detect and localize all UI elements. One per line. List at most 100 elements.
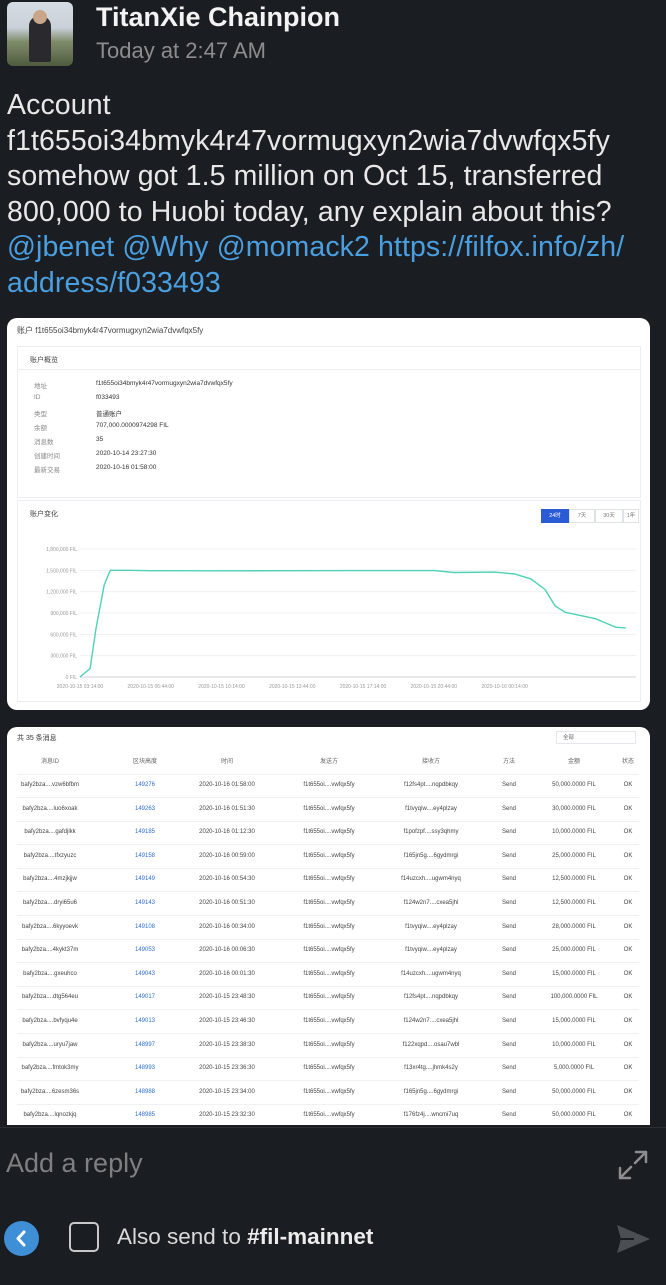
table-cell[interactable]: bafy2bza....vzw6bfbm [17, 774, 83, 797]
table-cell: f14uzcxh....ugwm4nyq [401, 876, 461, 883]
table-cell[interactable]: bafy2bza....dryi65u6 [17, 892, 83, 915]
table-cell[interactable]: 149053 [123, 939, 167, 962]
table-cell: Send [501, 994, 516, 1001]
filfox-link-continued[interactable]: address/f033493 [7, 266, 657, 302]
table-row[interactable]: bafy2bza....fmtok3my 148993 2020-10-15 23:… [17, 1057, 639, 1082]
column-header: 时间 [220, 759, 233, 765]
column-header: 区块高度 [132, 759, 157, 765]
chevron-left-icon [16, 1230, 26, 1247]
sender-avatar[interactable] [7, 2, 73, 66]
column-header: 消息ID [40, 759, 59, 765]
table-cell: OK [623, 994, 633, 1001]
table-header-row: 消息ID 区块高度 时间 发送方 接收方 方法 金额 状态 [17, 751, 639, 775]
x-tick-label: 2020-10-15 20:44:00 [411, 684, 458, 690]
table-cell[interactable]: 149013 [123, 1010, 167, 1033]
table-cell[interactable]: bafy2bza....4mzjkjjw [17, 868, 83, 891]
divider [18, 369, 640, 370]
table-cell: f1t655oi....vwfqx5fy [303, 1088, 355, 1095]
table-cell: Send [501, 876, 516, 883]
table-cell[interactable]: 148993 [123, 1057, 167, 1080]
table-cell[interactable]: bafy2bza....dtg564eu [17, 986, 83, 1009]
table-cell[interactable]: 149149 [123, 868, 167, 891]
message-timestamp[interactable]: Today at 2:47 AM [96, 38, 266, 64]
table-cell: 12,500.0000 FIL [552, 876, 596, 883]
table-row[interactable]: bafy2bza....lqnozkjq 148985 2020-10-15 23:… [17, 1104, 639, 1125]
mention-why[interactable]: @Why [122, 231, 208, 263]
table-cell: f1t655oi....vwfqx5fy [303, 876, 355, 883]
table-cell: 25,000.0000 FIL [552, 852, 596, 859]
table-cell[interactable]: 149143 [123, 892, 167, 915]
table-cell: f1t655oi....vwfqx5fy [303, 923, 355, 930]
table-cell: f124w2n7....cxea5jhl [403, 900, 459, 906]
table-cell: f122xqpd....osau7wbl [402, 1041, 460, 1048]
table-row[interactable]: bafy2bza....6kyyoevk 149108 2020-10-16 00:… [17, 916, 639, 940]
table-cell[interactable]: 149108 [123, 916, 167, 939]
table-row[interactable]: bafy2bza....gafdjlkk 149185 2020-10-16 01:… [17, 821, 639, 846]
table-cell[interactable]: 149043 [123, 963, 167, 986]
table-cell[interactable]: bafy2bza....tfxzyuzc [17, 845, 83, 868]
send-icon[interactable] [614, 1222, 652, 1256]
reply-input[interactable]: Add a reply [6, 1148, 143, 1179]
reply-composer: Add a reply Also send to #fil-mainnet [0, 1127, 666, 1285]
table-cell[interactable]: bafy2bza....luo6xoak [17, 798, 83, 821]
table-cell[interactable]: 149276 [123, 774, 167, 797]
sender-name[interactable]: TitanXie Chainpion [96, 2, 340, 33]
table-cell: OK [623, 900, 633, 906]
mention-momack2[interactable]: @momack2 [217, 231, 370, 263]
table-row[interactable]: bafy2bza....6zesm36s 148988 2020-10-15 23:… [17, 1081, 639, 1105]
table-cell: OK [623, 876, 633, 883]
table-cell[interactable]: bafy2bza....gafdjlkk [17, 821, 83, 844]
table-cell: f13xr4tg....jhmk4s2y [404, 1065, 458, 1072]
table-cell: 30,000.0000 FIL [552, 805, 596, 812]
table-cell: OK [623, 1065, 633, 1072]
table-row[interactable]: bafy2bza....dtg564eu 149017 2020-10-15 23:… [17, 986, 639, 1011]
table-row[interactable]: bafy2bza....bvfyqu4e 149013 2020-10-15 23:… [17, 1010, 639, 1034]
table-row[interactable]: bafy2bza....gxeuhco 149043 2020-10-16 00:0… [17, 963, 639, 987]
table-row[interactable]: bafy2bza....uryu7jaw 148997 2020-10-15 23:… [17, 1034, 639, 1058]
table-cell[interactable]: 148985 [123, 1104, 167, 1125]
attached-image-overview[interactable]: 账户 f1t655oi34bmyk4r47vormugxyn2wia7dvwfq… [7, 318, 650, 710]
table-row[interactable]: bafy2bza....4kykt37m 149053 2020-10-16 00:… [17, 939, 639, 964]
table-cell: 2020-10-15 23:38:30 [199, 1041, 255, 1048]
table-cell[interactable]: 148997 [123, 1034, 167, 1057]
table-cell[interactable]: bafy2bza....4kykt37m [17, 939, 83, 962]
table-cell[interactable]: 149185 [123, 821, 167, 844]
filfox-link[interactable]: https://filfox.info/zh/ [378, 231, 624, 263]
table-cell[interactable]: bafy2bza....fmtok3my [17, 1057, 83, 1080]
table-row[interactable]: bafy2bza....vzw6bfbm 149276 2020-10-16 01:… [17, 774, 639, 798]
table-cell[interactable]: 149263 [123, 798, 167, 821]
x-tick-label: 2020-10-15 10:14:00 [198, 684, 245, 690]
message-filter-select[interactable]: 全部 [556, 731, 636, 744]
column-header: 金额 [567, 759, 580, 765]
table-row[interactable]: bafy2bza....dryi65u6 149143 2020-10-16 00:… [17, 892, 639, 916]
table-cell[interactable]: 149017 [123, 986, 167, 1009]
table-cell[interactable]: bafy2bza....bvfyqu4e [17, 1010, 83, 1033]
table-row[interactable]: bafy2bza....tfxzyuzc 149158 2020-10-16 00:… [17, 845, 639, 869]
table-cell[interactable]: bafy2bza....uryu7jaw [17, 1034, 83, 1057]
table-cell[interactable]: 148988 [123, 1081, 167, 1104]
table-cell: 50,000.0000 FIL [552, 1112, 596, 1119]
overview-key: 最新交易 [34, 467, 60, 474]
y-tick-label: 1,200,000 FIL [46, 590, 77, 596]
mention-jbenet[interactable]: @jbenet [7, 231, 114, 263]
back-button[interactable] [4, 1221, 39, 1256]
expand-icon[interactable] [616, 1148, 650, 1182]
table-cell[interactable]: 149158 [123, 845, 167, 868]
table-cell: 5,000.0000 FIL [553, 1065, 595, 1072]
also-send-checkbox[interactable] [69, 1222, 99, 1252]
table-cell[interactable]: bafy2bza....lqnozkjq [17, 1104, 83, 1125]
table-cell[interactable]: bafy2bza....6zesm36s [17, 1081, 83, 1104]
attached-image-messages[interactable]: 共 35 条消息 全部 消息ID 区块高度 时间 发送方 接收方 方法 金额 状态 bafy2b… [7, 727, 650, 1125]
message-header: TitanXie Chainpion Today at 2:47 AM [0, 0, 666, 84]
table-cell: Send [501, 1088, 516, 1095]
table-cell: 2020-10-16 01:51:30 [199, 805, 255, 812]
table-cell[interactable]: bafy2bza....gxeuhco [17, 963, 83, 986]
table-cell: 12,500.0000 FIL [552, 900, 596, 906]
table-row[interactable]: bafy2bza....4mzjkjjw 149149 2020-10-16 00:… [17, 868, 639, 893]
table-row[interactable]: bafy2bza....luo6xoak 149263 2020-10-16 01:… [17, 798, 639, 822]
overview-value: f1t655oi34bmyk4r47vormugxyn2wia7dvwfqx5f… [96, 380, 233, 387]
balance-chart-panel: 账户变化 24时 7天 30天 1年 0 FIL 300,000 FIL 600,0… [17, 500, 641, 702]
table-cell[interactable]: bafy2bza....6kyyoevk [17, 916, 83, 939]
table-cell: OK [623, 947, 633, 954]
x-tick-label: 2020-10-15 13:44:00 [269, 684, 316, 690]
